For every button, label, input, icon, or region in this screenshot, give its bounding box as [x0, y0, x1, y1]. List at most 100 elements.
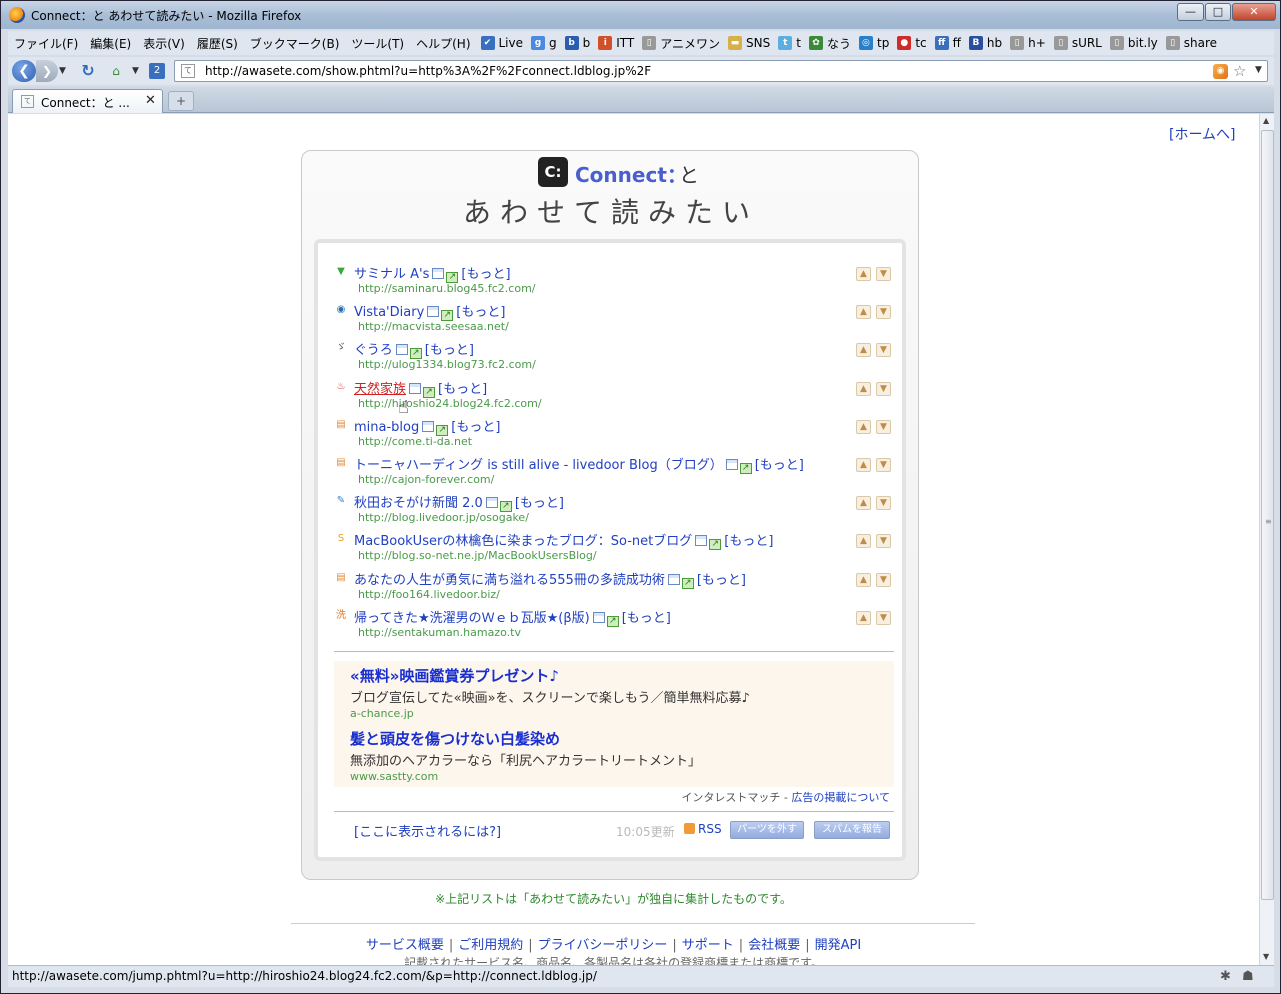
bookmark-item[interactable]: ▯ bit.ly [1106, 36, 1162, 51]
home-dropdown-icon[interactable]: ▼ [132, 60, 142, 82]
bookmark-item[interactable]: ✿ なう [805, 35, 855, 52]
entry-title-link[interactable]: MacBookUserの林檎色に染まったブログ：So-netブログ [354, 534, 692, 549]
open-window-icon[interactable] [667, 573, 680, 585]
more-link[interactable]: [もっと] [724, 534, 773, 549]
external-link-icon[interactable]: ↗ [739, 463, 752, 474]
howto-link[interactable]: [ここに表示されるには?] [354, 821, 501, 840]
thumbs-up-icon[interactable]: ▲ [856, 458, 871, 472]
open-window-icon[interactable] [427, 306, 440, 318]
entry-url[interactable]: http://ulog1334.blog73.fc2.com/ [358, 358, 536, 371]
more-link[interactable]: [もっと] [755, 458, 804, 473]
rss-feed-icon[interactable]: ◉ [1213, 64, 1228, 79]
bookmark-item[interactable]: ◎ tp [855, 36, 893, 51]
menu-item[interactable]: ファイル(F) [8, 37, 84, 51]
bookmark-item[interactable]: ff ff [931, 36, 965, 51]
addon-owl-icon[interactable]: ☗ [1242, 969, 1254, 984]
footer-link[interactable]: ご利用規約 [458, 938, 523, 953]
close-window-button[interactable]: ✕ [1232, 3, 1276, 21]
external-link-icon[interactable]: ↗ [681, 577, 694, 589]
menu-item[interactable]: ブックマーク(B) [244, 37, 346, 51]
more-link[interactable]: [もっと] [515, 496, 564, 511]
entry-title-link[interactable]: サミナル A's [354, 267, 429, 282]
home-button[interactable]: ⌂ [106, 60, 126, 82]
open-window-icon[interactable] [485, 497, 498, 509]
menu-item[interactable]: 表示(V) [137, 37, 191, 51]
more-link[interactable]: [もっと] [622, 611, 671, 626]
thumbs-down-icon[interactable]: ▼ [876, 572, 891, 587]
entry-title-link[interactable]: あなたの人生が勇気に満ち溢れる555冊の多読成功術 [354, 573, 665, 588]
thumbs-up-icon[interactable]: ▲ [856, 305, 871, 320]
entry-url[interactable]: http://foo164.livedoor.biz/ [358, 588, 500, 601]
more-link[interactable]: [もっと] [461, 267, 510, 282]
bookmark-item[interactable]: bb [561, 36, 595, 51]
scroll-thumb[interactable]: ≡ [1261, 130, 1274, 900]
entry-title-link[interactable]: ぐうろ [354, 343, 393, 358]
entry-title-link[interactable]: 天然家族 [354, 382, 406, 397]
bookmark-item[interactable]: gg [527, 36, 561, 51]
thumbs-down-icon[interactable]: ▼ [876, 458, 891, 472]
open-window-icon[interactable] [395, 344, 408, 356]
bookmark-item[interactable]: Bhb [965, 36, 1006, 51]
ad-url[interactable]: www.sastty.com [350, 770, 438, 783]
external-link-icon[interactable]: ↗ [606, 615, 619, 627]
thumbs-up-icon[interactable]: ▲ [856, 381, 871, 396]
history-dropdown-icon[interactable]: ▼ [59, 60, 69, 82]
addon-icon[interactable]: ✱ [1220, 969, 1231, 984]
open-window-icon[interactable] [422, 420, 435, 432]
thumbs-down-icon[interactable]: ▼ [876, 419, 891, 434]
bookmark-item[interactable]: ✔ Live [477, 36, 528, 51]
open-window-icon[interactable] [695, 535, 708, 547]
entry-url[interactable]: http://blog.livedoor.jp/osogake/ [358, 511, 529, 524]
reload-button[interactable]: ↻ [78, 60, 98, 82]
scroll-down-icon[interactable]: ▼ [1263, 952, 1269, 961]
url-text[interactable]: http://awasete.com/show.phtml?u=http%3A%… [205, 64, 651, 78]
bookmark-item[interactable]: ▬ SNS [724, 36, 774, 51]
minimize-button[interactable]: — [1177, 3, 1204, 21]
open-window-icon[interactable] [409, 382, 422, 394]
remove-parts-button[interactable]: パーツを外す [730, 821, 804, 839]
thumbs-down-icon[interactable]: ▼ [876, 496, 891, 511]
thumbs-down-icon[interactable]: ▼ [876, 534, 891, 549]
bookmark-item[interactable]: ▯ share [1162, 36, 1221, 51]
thumbs-up-icon[interactable]: ▲ [856, 534, 871, 549]
menu-item[interactable]: ツール(T) [345, 37, 410, 51]
open-window-icon[interactable] [432, 268, 445, 279]
ad-title-link[interactable]: 髪と頭皮を傷つけない白髪染め [350, 728, 560, 749]
vertical-scrollbar[interactable]: ▲ ≡ ▼ [1259, 114, 1274, 965]
footer-link[interactable]: サポート [682, 938, 734, 953]
tab-close-icon[interactable]: ✕ [145, 93, 156, 108]
menu-item[interactable]: ヘルプ(H) [410, 37, 476, 51]
scroll-up-icon[interactable]: ▲ [1263, 116, 1269, 125]
bookmark-item[interactable]: ▯ h+ [1006, 36, 1050, 51]
entry-title-link[interactable]: mina-blog [354, 420, 419, 435]
bookmark-item[interactable]: i ITT [594, 36, 638, 51]
more-link[interactable]: [もっと] [456, 305, 505, 320]
tab-count-icon[interactable]: 2 [149, 63, 165, 79]
blog-name[interactable]: Connect： [575, 159, 687, 188]
thumbs-up-icon[interactable]: ▲ [856, 267, 871, 281]
entry-url[interactable]: http://sentakuman.hamazo.tv [358, 626, 521, 639]
more-link[interactable]: [もっと] [438, 382, 487, 397]
bookmark-star-icon[interactable]: ☆ [1233, 62, 1246, 80]
entry-title-link[interactable]: トーニャハーディング is still alive - livedoor Blo… [354, 458, 723, 473]
footer-link[interactable]: 開発API [815, 938, 862, 953]
back-button[interactable]: ❮ [12, 60, 36, 82]
tab-connect[interactable]: て Connect：と ... ✕ [12, 89, 163, 113]
forward-button[interactable]: ❯ [36, 60, 58, 82]
footer-link[interactable]: サービス概要 [366, 938, 444, 953]
thumbs-down-icon[interactable]: ▼ [876, 610, 891, 625]
ad-title-link[interactable]: «無料»映画鑑賞券プレゼント♪ [350, 665, 559, 686]
url-dropdown-icon[interactable]: ▼ [1255, 65, 1262, 75]
new-tab-button[interactable]: + [168, 91, 194, 111]
thumbs-down-icon[interactable]: ▼ [876, 305, 891, 320]
entry-url[interactable]: http://blog.so-net.ne.jp/MacBookUsersBlo… [358, 549, 597, 562]
thumbs-up-icon[interactable]: ▲ [856, 496, 871, 511]
maximize-button[interactable]: □ [1205, 3, 1231, 21]
external-link-icon[interactable]: ↗ [709, 539, 722, 551]
open-window-icon[interactable] [592, 611, 605, 623]
home-link[interactable]: [ホームへ] [1169, 124, 1236, 144]
bookmark-item[interactable]: ▯ アニメワン [638, 35, 724, 52]
ad-url[interactable]: a-chance.jp [350, 707, 414, 720]
menu-item[interactable]: 編集(E) [84, 37, 137, 51]
thumbs-down-icon[interactable]: ▼ [876, 343, 891, 358]
